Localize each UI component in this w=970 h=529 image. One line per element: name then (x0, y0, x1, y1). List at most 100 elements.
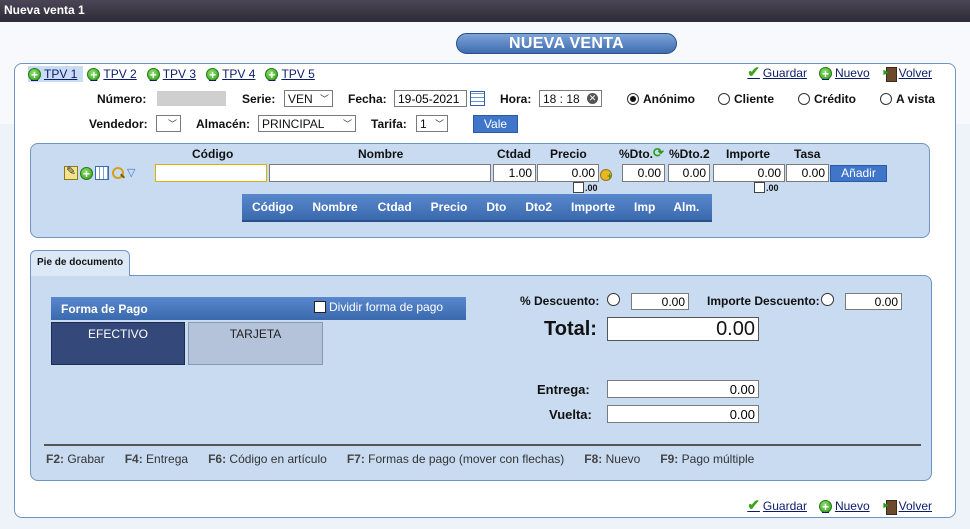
chevron-down-icon: ﹀ (434, 119, 444, 129)
radio-label: Anónimo (643, 92, 695, 106)
tab-tpv-4[interactable]: + TPV 4 (206, 66, 261, 82)
fecha-label: Fecha: (348, 92, 387, 106)
radio-anonimo[interactable]: Anónimo (627, 92, 695, 106)
codigo-input[interactable] (155, 164, 267, 182)
shortcut-f8: F8: Nuevo (584, 452, 641, 466)
tab-label: TPV 4 (222, 67, 256, 81)
page-title: NUEVA VENTA (456, 33, 677, 54)
edit-icon[interactable] (64, 164, 78, 180)
col-precio: Precio (550, 147, 587, 161)
radio-cliente[interactable]: Cliente (718, 92, 774, 106)
tab-tpv-3[interactable]: + TPV 3 (146, 66, 202, 82)
radio-a-vista[interactable]: A vista (880, 92, 935, 106)
search-icon[interactable] (111, 166, 125, 180)
tab-label: TPV 1 (44, 67, 78, 81)
bottom-actions: ✔ Guardar + Nuevo Volver (747, 498, 932, 515)
new-label: Nuevo (834, 66, 870, 80)
grid-col-alm[interactable]: Alm. (673, 200, 699, 214)
radio-dot (718, 93, 730, 105)
radio-dot (880, 93, 892, 105)
serie-label: Serie: (242, 92, 276, 106)
grid-col-dto[interactable]: Dto (486, 200, 506, 214)
importe-descuento-input[interactable] (845, 293, 902, 310)
grid-col-codigo[interactable]: Código (252, 200, 293, 214)
clear-icon[interactable]: ✕ (587, 93, 598, 104)
radio-credito[interactable]: Crédito (798, 92, 856, 106)
precio-decimals-checkbox[interactable] (573, 182, 584, 193)
almacen-select[interactable]: PRINCIPAL ﹀ (258, 115, 356, 132)
tarifa-label: Tarifa: (371, 117, 407, 131)
new-button[interactable]: + Nuevo (818, 499, 870, 513)
shortcut-f9: F9: Pago múltiple (660, 452, 755, 466)
tab-pie-documento[interactable]: Pie de documento (30, 250, 130, 276)
importe-decimals-checkbox[interactable] (754, 182, 765, 193)
vale-button[interactable]: Vale (473, 115, 518, 133)
entrega-input[interactable] (607, 380, 759, 398)
back-button[interactable]: Volver (882, 499, 932, 515)
grid-col-dto2[interactable]: Dto2 (525, 200, 552, 214)
payment-efectivo-button[interactable]: EFECTIVO (51, 322, 185, 365)
ctdad-input[interactable] (493, 164, 536, 182)
grid-col-precio[interactable]: Precio (431, 200, 468, 214)
chevron-down-icon: ﹀ (167, 119, 177, 129)
add-icon: + (265, 67, 279, 81)
grid-col-ctdad[interactable]: Ctdad (378, 200, 412, 214)
back-button[interactable]: Volver (882, 66, 932, 82)
split-payment-toggle[interactable]: Dividir forma de pago (314, 300, 443, 314)
tab-label: TPV 5 (281, 67, 315, 81)
almacen-label: Almacén: (196, 117, 251, 131)
calendar-icon[interactable] (470, 91, 485, 106)
vuelta-label: Vuelta: (549, 407, 592, 422)
grid-col-importe[interactable]: Importe (571, 200, 615, 214)
tab-tpv-2[interactable]: + TPV 2 (87, 66, 142, 82)
filter-icon[interactable]: ▽ (127, 166, 141, 180)
tab-tpv-5[interactable]: + TPV 5 (265, 66, 320, 82)
tasa-input[interactable] (786, 164, 829, 182)
fecha-input[interactable] (394, 90, 467, 107)
new-button[interactable]: + Nuevo (818, 66, 870, 80)
almacen-value: PRINCIPAL (262, 116, 325, 131)
hora-input[interactable]: 18 : 18 ✕ (539, 90, 602, 107)
vendedor-select[interactable]: ﹀ (156, 115, 181, 132)
grid-col-imp[interactable]: Imp (634, 200, 655, 214)
add-icon[interactable]: + (80, 166, 93, 180)
descuento-input[interactable] (631, 293, 689, 310)
grid-col-nombre[interactable]: Nombre (312, 200, 357, 214)
precio-input[interactable] (537, 164, 599, 182)
col-ctdad: Ctdad (497, 147, 531, 161)
shortcut-hints: F2: Grabar F4: Entrega F6: Código en art… (46, 452, 754, 466)
col-dto: %Dto. (619, 147, 653, 161)
importe-descuento-radio[interactable] (821, 293, 834, 306)
save-button[interactable]: ✔ Guardar (747, 64, 807, 81)
vuelta-input[interactable] (607, 405, 759, 423)
payment-tarjeta-button[interactable]: TARJETA (188, 322, 323, 365)
check-icon: ✔ (747, 64, 760, 81)
exit-door-icon (882, 66, 897, 82)
add-icon: + (206, 67, 220, 81)
add-line-button[interactable]: Añadir (830, 165, 887, 182)
importe-input[interactable] (713, 164, 785, 182)
save-label: Guardar (762, 499, 807, 513)
serie-select[interactable]: VEN ﹀ (284, 90, 333, 107)
shortcut-f4: F4: Entrega (124, 452, 189, 466)
col-importe: Importe (726, 147, 771, 161)
dto2-input[interactable] (668, 164, 710, 182)
refresh-icon[interactable]: ⟳ (653, 146, 664, 159)
tab-tpv-1[interactable]: + TPV 1 (28, 66, 84, 82)
add-icon: + (818, 66, 832, 80)
coins-icon[interactable] (600, 166, 614, 181)
importe-descuento-label: Importe Descuento: (707, 294, 820, 308)
grid-icon[interactable] (95, 166, 109, 180)
back-label: Volver (898, 499, 932, 513)
dto-input[interactable] (622, 164, 665, 182)
payment-method-header: Forma de Pago Dividir forma de pago (51, 297, 466, 320)
descuento-radio[interactable] (607, 293, 620, 306)
vendedor-label: Vendedor: (89, 117, 148, 131)
divider (44, 444, 921, 446)
nombre-input[interactable] (269, 164, 491, 182)
payment-method-title: Forma de Pago (61, 302, 148, 316)
split-payment-checkbox[interactable] (314, 301, 326, 313)
radio-label: Cliente (734, 92, 775, 106)
tarifa-select[interactable]: 1 ﹀ (416, 115, 448, 132)
save-button[interactable]: ✔ Guardar (747, 498, 807, 513)
